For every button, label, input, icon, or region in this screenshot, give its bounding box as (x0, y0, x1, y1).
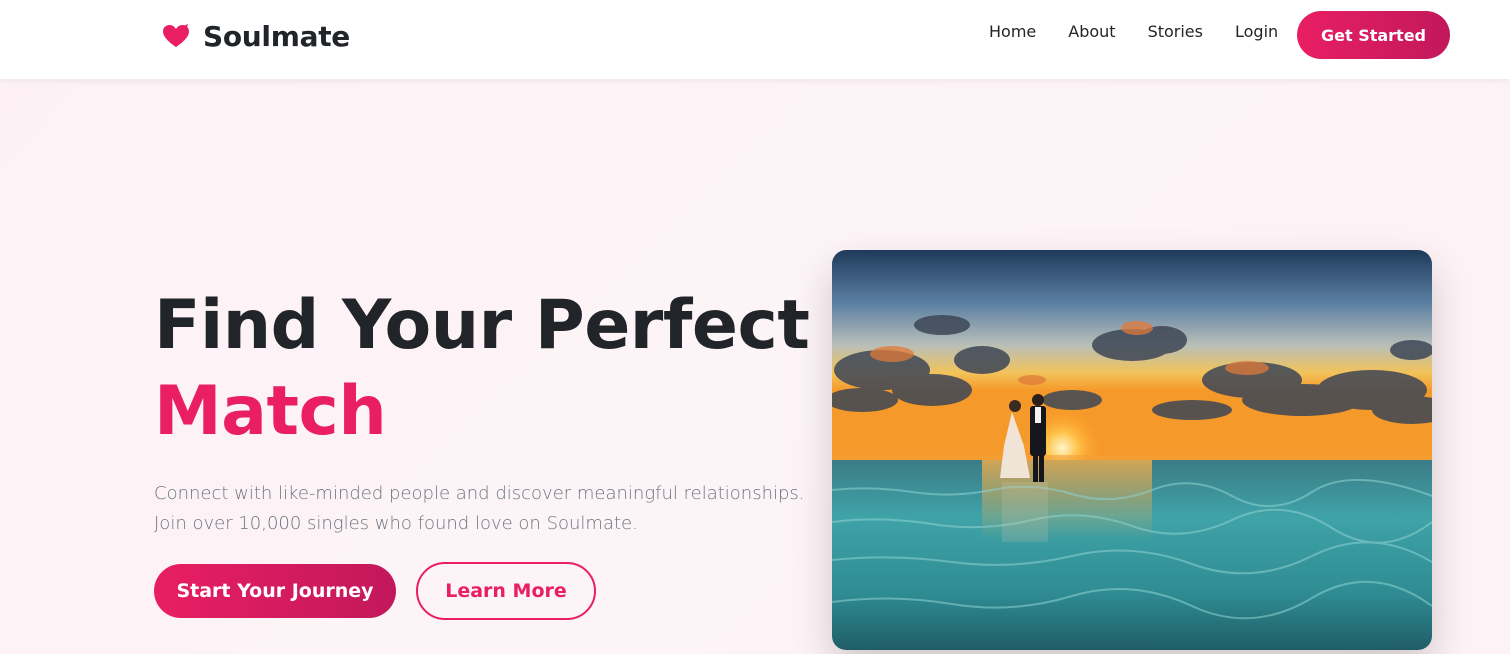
hero-description-line2: Join over 10,000 singles who found love … (154, 513, 638, 534)
nav-link-about[interactable]: About (1068, 20, 1115, 44)
brand-name: Soulmate (203, 19, 350, 53)
hero-description: Connect with like-minded people and disc… (154, 479, 814, 539)
navbar: Soulmate Home About Stories Login Get St… (0, 0, 1510, 79)
nav-link-home[interactable]: Home (989, 20, 1036, 44)
learn-more-button[interactable]: Learn More (416, 562, 596, 620)
hero-image (832, 250, 1432, 650)
heart-icon (161, 23, 191, 49)
nav-links: Home About Stories Login (989, 20, 1278, 44)
brand-logo[interactable]: Soulmate (161, 16, 350, 56)
nav-link-login[interactable]: Login (1235, 20, 1278, 44)
hero-description-line1: Connect with like-minded people and disc… (154, 483, 805, 504)
get-started-button[interactable]: Get Started (1297, 11, 1450, 59)
hero-title: Find Your Perfect Match (154, 283, 814, 455)
hero-title-line1: Find Your Perfect (154, 286, 810, 365)
start-journey-button[interactable]: Start Your Journey (154, 564, 396, 618)
nav-link-stories[interactable]: Stories (1148, 20, 1203, 44)
hero-title-accent: Match (154, 372, 387, 451)
